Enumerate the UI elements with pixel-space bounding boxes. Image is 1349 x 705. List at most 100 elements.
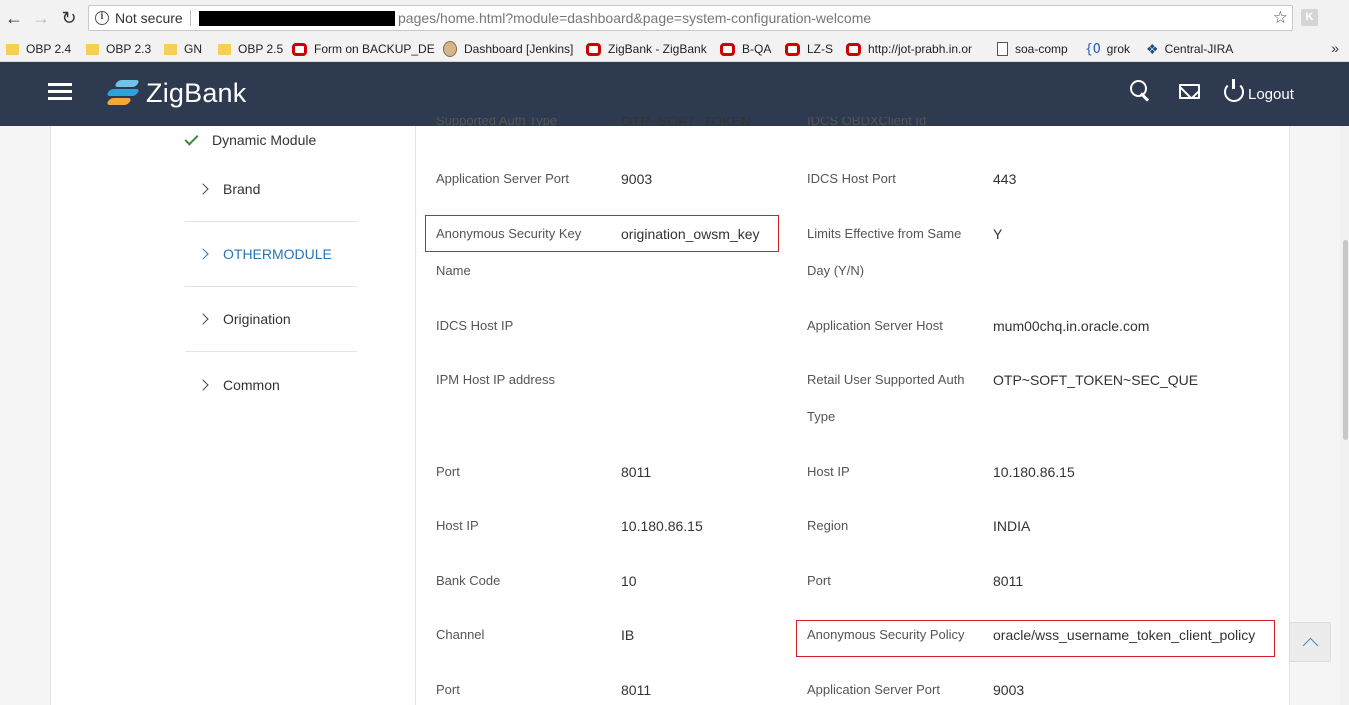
address-bar[interactable]: i Not secure pages/home.html?module=dash… — [88, 5, 1293, 31]
bookmark-item[interactable]: OBP 2.5 — [218, 40, 283, 58]
bookmark-item[interactable]: LZ-S — [785, 40, 833, 58]
oracle-icon — [292, 42, 307, 56]
power-icon[interactable] — [1224, 79, 1244, 102]
field-label: Host IP — [436, 518, 479, 533]
bookmark-label: OBP 2.3 — [106, 42, 152, 56]
sidebar-item-label: Dynamic Module — [212, 132, 317, 148]
bookmark-label: GN — [184, 42, 202, 56]
grok-icon: {O — [1085, 41, 1101, 57]
chevron-right-icon — [197, 313, 209, 325]
bookmark-item[interactable]: ZigBank - ZigBank — [586, 40, 707, 58]
field-value: 9003 — [621, 171, 653, 187]
field-label: Host IP — [807, 464, 850, 479]
sidebar-item-origination[interactable]: Origination — [185, 287, 357, 352]
bookmark-label: Central-JIRA — [1164, 42, 1234, 56]
page-icon — [997, 42, 1008, 56]
sidebar-item-common[interactable]: Common — [185, 352, 357, 417]
field-label: IDCS OBDXClient Id — [807, 117, 927, 126]
address-separator — [190, 10, 191, 26]
bookmark-item[interactable]: soa-comp — [997, 40, 1068, 58]
chevron-right-icon — [197, 183, 209, 195]
bookmarks-overflow-icon[interactable]: » — [1331, 40, 1339, 56]
sidebar-item-dynamic-module[interactable]: Dynamic Module — [184, 130, 317, 149]
back-arrow-icon[interactable]: ← — [4, 8, 24, 28]
field-label: Region — [807, 518, 849, 533]
field-value: 10 — [621, 573, 637, 589]
oracle-icon — [586, 42, 601, 56]
field-label-continued: Day (Y/N) — [807, 263, 865, 278]
bookmark-label: LZ-S — [807, 42, 834, 56]
chevron-right-icon — [197, 248, 209, 260]
sidebar-item-brand[interactable]: Brand — [185, 157, 357, 222]
bookmark-label: OBP 2.4 — [26, 42, 72, 56]
field-value: origination_owsm_key — [621, 226, 760, 242]
bookmark-label: soa-comp — [1015, 42, 1068, 56]
extension-icon[interactable]: K — [1301, 9, 1318, 26]
search-icon[interactable] — [1130, 80, 1152, 102]
hamburger-menu-icon[interactable] — [48, 83, 72, 101]
field-label: Application Server Port — [807, 682, 940, 697]
scrollbar-thumb[interactable] — [1343, 240, 1348, 440]
bookmark-label: grok — [1106, 42, 1130, 56]
field-label: IDCS Host IP — [436, 318, 514, 333]
bookmark-item[interactable]: {O grok — [1085, 40, 1130, 58]
bookmark-item[interactable]: GN — [164, 40, 202, 58]
jenkins-icon — [443, 41, 457, 57]
bookmark-item[interactable]: Form on BACKUP_DE — [292, 40, 435, 58]
field-value: IB — [621, 627, 635, 643]
field-label-continued: Name — [436, 263, 471, 278]
bookmark-item[interactable]: ❖ Central-JIRA — [1146, 40, 1233, 58]
field-value: 8011 — [993, 573, 1024, 589]
bookmark-item[interactable]: OBP 2.4 — [6, 40, 71, 58]
folder-icon — [86, 43, 99, 55]
reload-icon[interactable]: ↻ — [59, 8, 79, 28]
oracle-icon — [846, 42, 861, 56]
field-value: OTP~SOFT_TOKEN~SEC_QUE — [993, 372, 1199, 388]
check-icon — [184, 130, 199, 146]
field-label: Supported Auth Type — [436, 117, 558, 126]
bookmark-label: OBP 2.5 — [238, 42, 284, 56]
brand-name: ZigBank — [146, 77, 247, 108]
field-label: Port — [436, 464, 460, 479]
url-text[interactable]: pages/home.html?module=dashboard&page=sy… — [398, 10, 871, 26]
field-value: INDIA — [993, 518, 1031, 534]
brand-logo[interactable]: ZigBank — [105, 76, 247, 110]
field-label: Port — [807, 573, 831, 588]
bookmark-label: http://jot-prabh.in.or — [868, 42, 973, 56]
scroll-to-top-button[interactable] — [1289, 622, 1331, 662]
field-label: Bank Code — [436, 573, 501, 588]
browser-toolbar: ← → ↻ i Not secure pages/home.html?modul… — [0, 0, 1349, 36]
field-label: IDCS Host Port — [807, 171, 896, 186]
bookmark-label: Form on BACKUP_DE — [314, 42, 435, 56]
mail-icon[interactable] — [1179, 84, 1200, 99]
folder-icon — [164, 43, 177, 55]
field-value: mum00chq.in.oracle.com — [993, 318, 1150, 334]
field-value: 8011 — [621, 682, 652, 698]
field-label: Application Server Host — [807, 318, 943, 333]
bookmark-item[interactable]: http://jot-prabh.in.or — [846, 40, 972, 58]
security-label: Not secure — [115, 10, 183, 26]
field-value: 443 — [993, 171, 1017, 187]
field-label-continued: Type — [807, 409, 836, 424]
info-icon[interactable]: i — [95, 11, 109, 25]
sidebar-item-label: Origination — [223, 311, 291, 327]
folder-icon — [6, 43, 19, 55]
bookmark-item[interactable]: Dashboard [Jenkins] — [443, 40, 573, 58]
sidebar-item-othermodule[interactable]: OTHERMODULE — [185, 222, 357, 287]
sidebar-divider — [415, 126, 416, 705]
forward-arrow-icon[interactable]: → — [31, 8, 51, 28]
bookmark-star-icon[interactable]: ☆ — [1273, 8, 1288, 28]
folder-icon — [218, 43, 231, 55]
bookmark-label: Dashboard [Jenkins] — [464, 42, 574, 56]
field-label: IPM Host IP address — [436, 372, 555, 387]
field-value: Y — [993, 226, 1003, 242]
bookmark-item[interactable]: OBP 2.3 — [86, 40, 151, 58]
field-label: Application Server Port — [436, 171, 569, 186]
redacted-host — [199, 11, 395, 26]
field-label: Anonymous Security Policy — [807, 627, 965, 642]
logout-button[interactable]: Logout — [1248, 86, 1294, 103]
zigbank-logo-icon — [105, 78, 141, 108]
bookmark-item[interactable]: B-QA — [720, 40, 771, 58]
field-value: OTP~SOFT_TOKEN — [621, 117, 752, 126]
sidebar-item-label: OTHERMODULE — [223, 246, 332, 262]
